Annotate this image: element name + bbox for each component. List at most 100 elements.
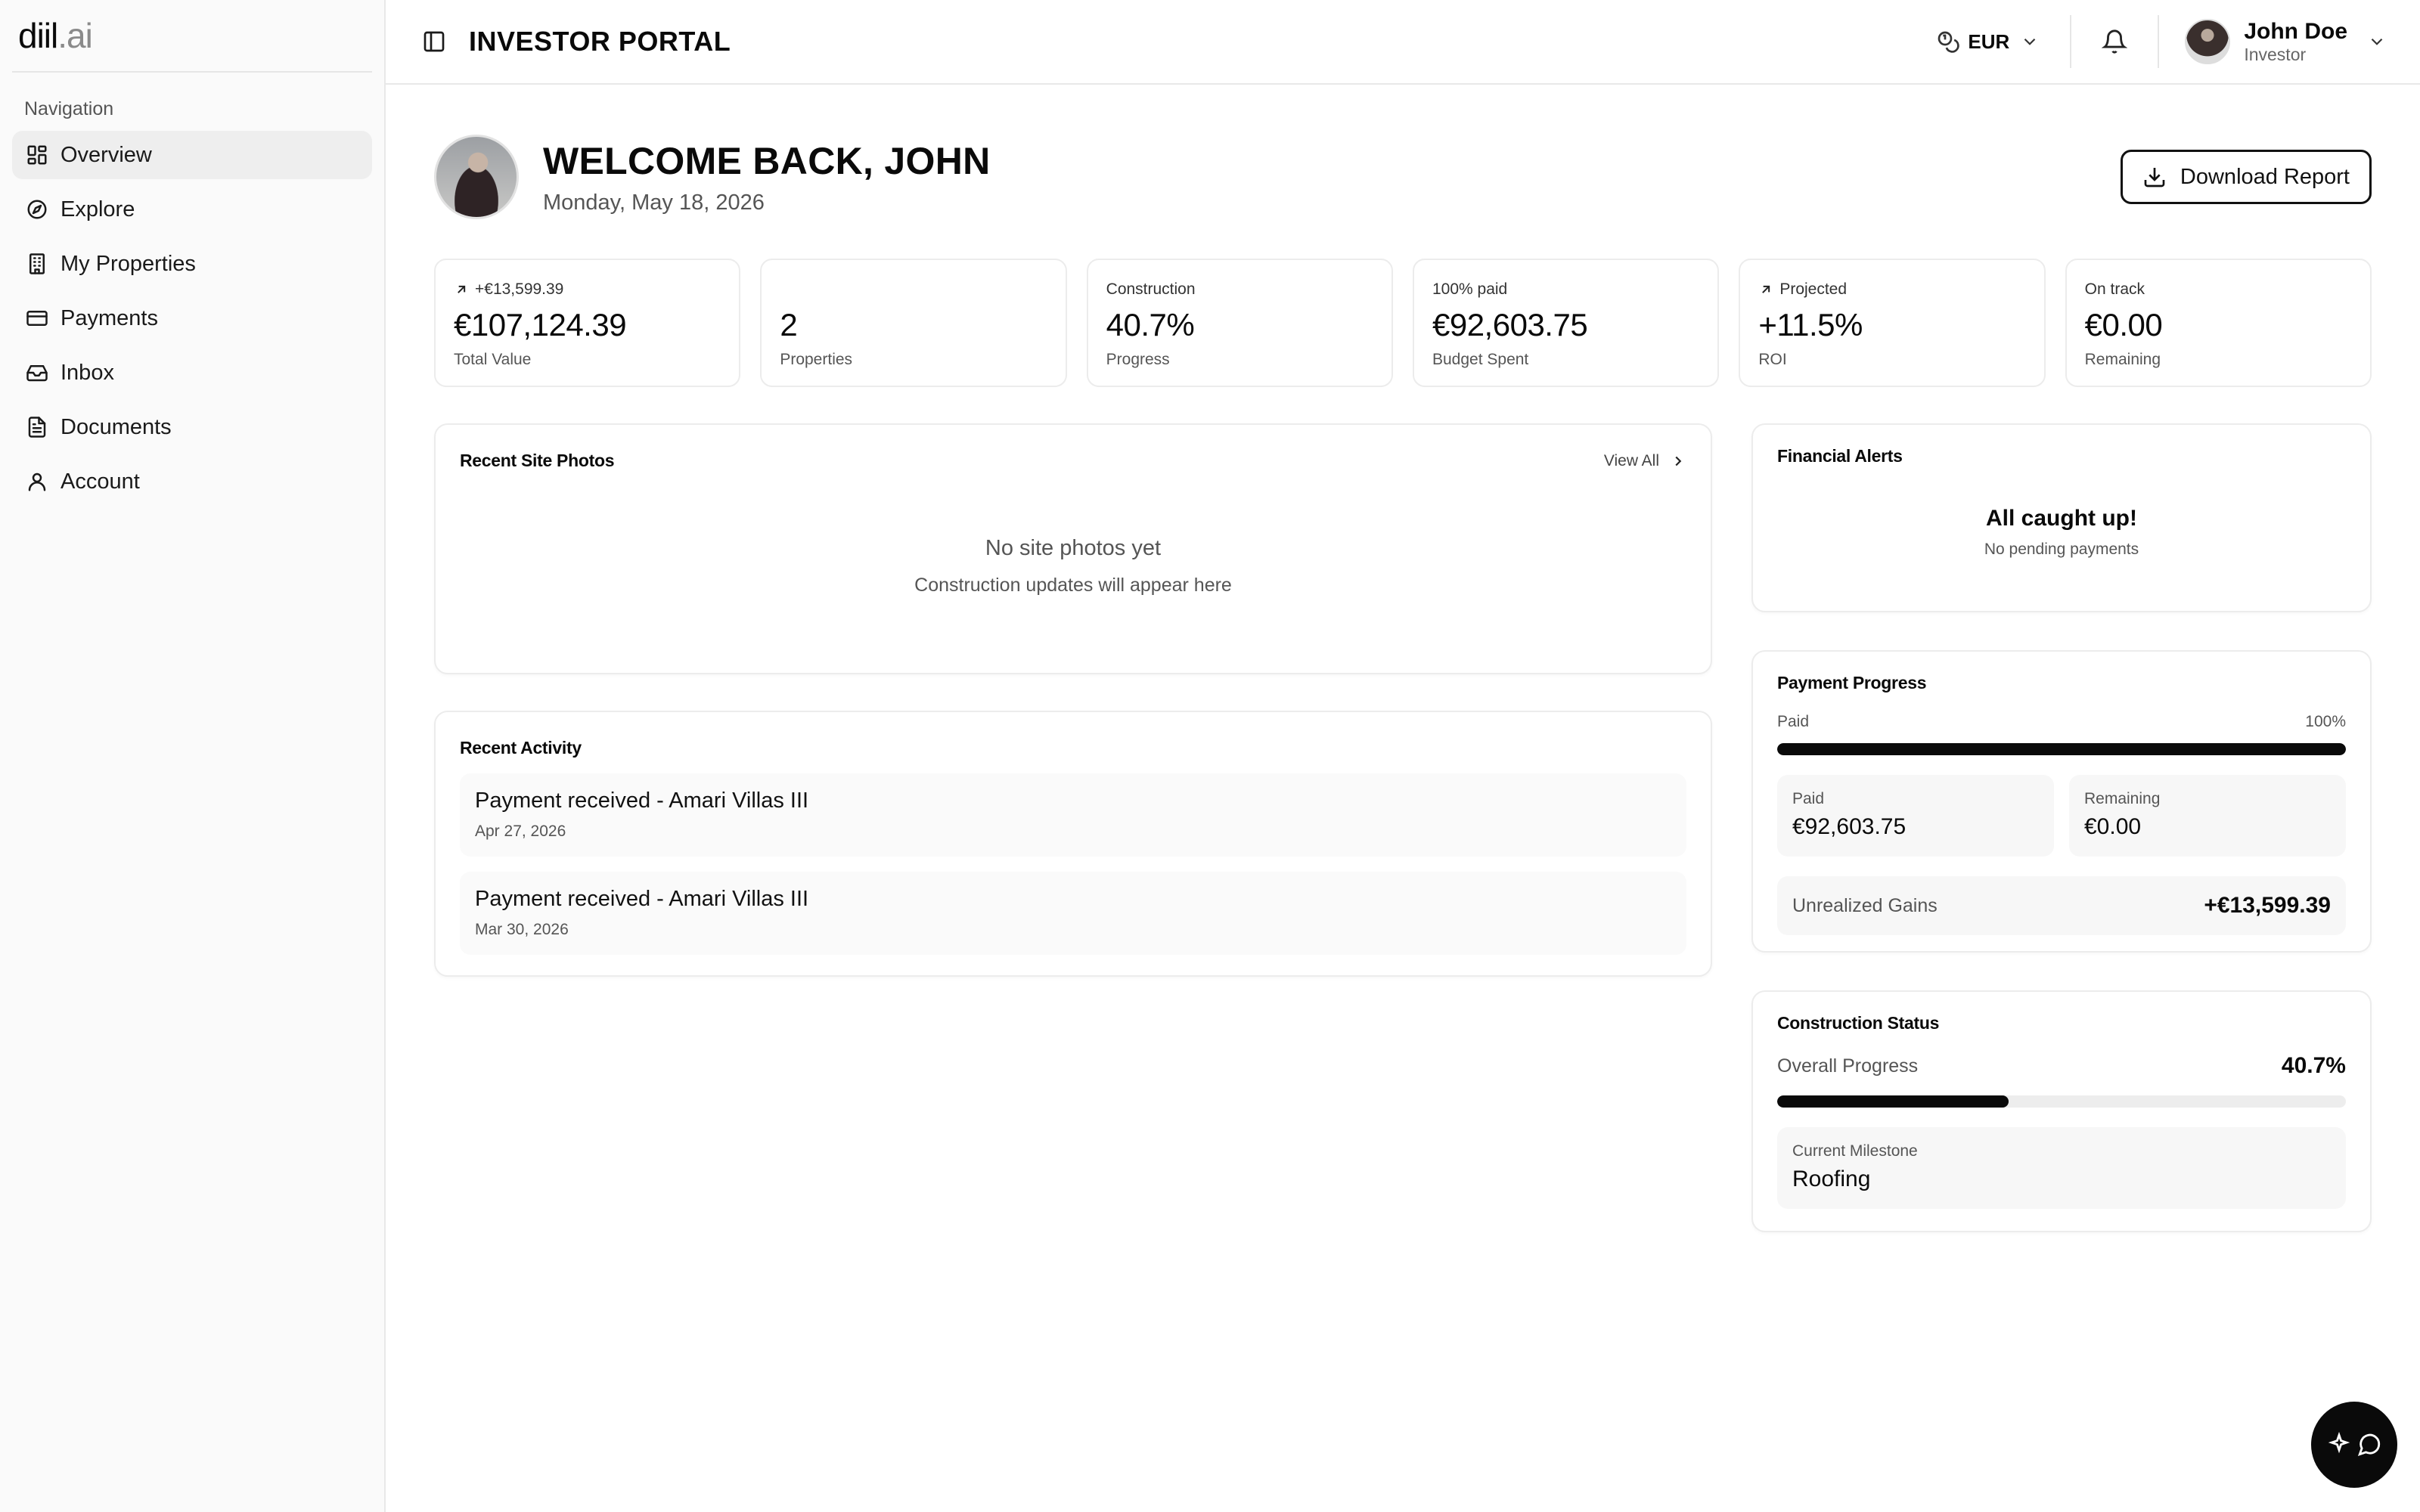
main-area: INVESTOR PORTAL EUR John Doe Investor WE… <box>386 0 2420 1512</box>
empty-state: No site photos yet Construction updates … <box>460 536 1686 596</box>
recent-site-photos-card: Recent Site Photos View All No site phot… <box>434 423 1712 674</box>
bell-icon <box>2102 29 2128 54</box>
stat-card-progress: Construction 40.7% Progress <box>1086 259 1393 387</box>
milestone-label: Current Milestone <box>1792 1142 1918 1160</box>
stat-value: €107,124.39 <box>454 307 627 342</box>
stat-label: Properties <box>780 351 853 368</box>
paid-value: €92,603.75 <box>1792 814 1907 839</box>
sidebar: diil .ai Navigation Overview Explore My P… <box>0 0 386 1512</box>
stats-row: +€13,599.39 €107,124.39 Total Value 2 Pr… <box>434 259 2372 387</box>
sidebar-item-explore[interactable]: Explore <box>12 185 372 234</box>
sidebar-item-label: Inbox <box>60 360 114 385</box>
stat-card-properties: 2 Properties <box>760 259 1067 387</box>
notifications-button[interactable] <box>2071 29 2158 54</box>
brand-suffix: .ai <box>57 16 93 55</box>
stat-top-text: 100% paid <box>1432 280 1508 298</box>
progress-percent: 100% <box>2305 713 2346 730</box>
paid-box: Paid €92,603.75 <box>1777 775 2054 857</box>
sidebar-item-payments[interactable]: Payments <box>12 294 372 342</box>
sidebar-item-account[interactable]: Account <box>12 457 372 506</box>
stat-top-text: Projected <box>1779 280 1848 298</box>
gains-value: +€13,599.39 <box>2204 893 2331 918</box>
sidebar-item-label: Account <box>60 469 140 494</box>
left-column: Recent Site Photos View All No site phot… <box>434 423 1712 1232</box>
top-bar: INVESTOR PORTAL EUR John Doe Investor <box>386 0 2420 85</box>
current-milestone: Current Milestone Roofing <box>1777 1127 2346 1209</box>
user-icon <box>24 469 50 494</box>
building-icon <box>24 251 50 277</box>
remaining-value: €0.00 <box>2084 814 2142 839</box>
user-name: John Doe <box>2244 18 2347 44</box>
stat-value: 40.7% <box>1106 307 1195 342</box>
download-icon <box>2144 168 2165 187</box>
compass-icon <box>24 197 50 222</box>
card-title: Payment Progress <box>1777 673 1927 692</box>
sidebar-item-overview[interactable]: Overview <box>12 131 372 179</box>
dashboard-content: WELCOME BACK, JOHN Monday, May 18, 2026 … <box>386 85 2420 1232</box>
stat-label: ROI <box>1758 351 1787 368</box>
card-title: Construction Status <box>1777 1013 1940 1033</box>
payment-progress-bar <box>1777 743 2346 755</box>
stat-label: Total Value <box>454 351 532 368</box>
sidebar-item-inbox[interactable]: Inbox <box>12 349 372 397</box>
activity-date: Mar 30, 2026 <box>475 921 569 938</box>
credit-card-icon <box>24 305 50 331</box>
sidebar-item-my-properties[interactable]: My Properties <box>12 240 372 288</box>
view-all-label: View All <box>1603 451 1659 469</box>
progress-bar-fill <box>1777 1095 2009 1108</box>
alerts-subtitle: No pending payments <box>1984 541 2139 558</box>
coins-icon <box>1938 31 1960 53</box>
stat-top: 100% paid <box>1432 280 1699 299</box>
stat-value: €92,603.75 <box>1432 307 1588 342</box>
avatar <box>2185 19 2231 64</box>
alerts-status: All caught up! <box>1986 506 2137 531</box>
stat-top: +€13,599.39 <box>454 280 721 299</box>
app-root: diil .ai Navigation Overview Explore My P… <box>0 0 2420 1512</box>
sidebar-item-label: Documents <box>60 414 172 439</box>
construction-progress-bar <box>1777 1095 2346 1108</box>
ai-chat-button[interactable] <box>2311 1402 2397 1488</box>
payment-progress-card: Payment Progress Paid 100% Paid €92,603.… <box>1751 650 2372 953</box>
chevron-down-icon <box>2371 38 2383 45</box>
sidebar-item-label: My Properties <box>60 251 196 276</box>
stat-value: 2 <box>780 307 798 342</box>
stat-top-text: Construction <box>1106 280 1196 298</box>
gains-label: Unrealized Gains <box>1792 894 1938 916</box>
card-header: Recent Site Photos View All <box>460 451 1686 471</box>
brand-logo[interactable]: diil .ai <box>12 0 372 73</box>
top-right-controls: EUR John Doe Investor <box>1936 0 2387 83</box>
stat-value: +11.5% <box>1758 307 1863 342</box>
stat-top: On track <box>2085 280 2352 299</box>
stat-top <box>780 280 1047 299</box>
chevron-down-icon <box>2024 38 2036 45</box>
currency-value: EUR <box>1968 29 2010 53</box>
welcome-section: WELCOME BACK, JOHN Monday, May 18, 2026 … <box>434 133 2372 221</box>
view-all-link[interactable]: View All <box>1604 452 1686 470</box>
list-item[interactable]: Payment received - Amari Villas III Apr … <box>460 773 1686 857</box>
recent-activity-card: Recent Activity Payment received - Amari… <box>434 711 1712 977</box>
right-column: Financial Alerts All caught up! No pendi… <box>1751 423 2372 1232</box>
currency-selector[interactable]: EUR <box>1936 29 2070 54</box>
download-report-label: Download Report <box>2180 164 2350 189</box>
overall-progress-row: Overall Progress 40.7% <box>1777 1053 2346 1079</box>
welcome-date: Monday, May 18, 2026 <box>543 190 765 215</box>
page-title: INVESTOR PORTAL <box>469 26 731 57</box>
sidebar-item-documents[interactable]: Documents <box>12 403 372 451</box>
stat-card-budget-spent: 100% paid €92,603.75 Budget Spent <box>1412 259 1720 387</box>
activity-date: Apr 27, 2026 <box>475 823 566 840</box>
download-report-button[interactable]: Download Report <box>2120 150 2372 204</box>
list-item[interactable]: Payment received - Amari Villas III Mar … <box>460 872 1686 955</box>
progress-label-row: Paid 100% <box>1777 713 2346 731</box>
sidebar-item-label: Payments <box>60 305 158 330</box>
paid-label: Paid <box>1792 790 1825 807</box>
empty-state-subtitle: Construction updates will appear here <box>914 575 1232 596</box>
stat-top-text: On track <box>2084 280 2145 298</box>
user-menu[interactable]: John Doe Investor <box>2159 19 2387 65</box>
payment-summary: Paid €92,603.75 Remaining €0.00 <box>1777 775 2346 857</box>
stat-label: Budget Spent <box>1432 351 1529 368</box>
arrow-up-right-icon <box>458 285 466 293</box>
sidebar-toggle-button[interactable] <box>419 26 449 57</box>
unrealized-gains-row: Unrealized Gains +€13,599.39 <box>1777 876 2346 935</box>
inbox-icon <box>24 360 50 386</box>
overall-progress-value: 40.7% <box>2281 1053 2346 1078</box>
